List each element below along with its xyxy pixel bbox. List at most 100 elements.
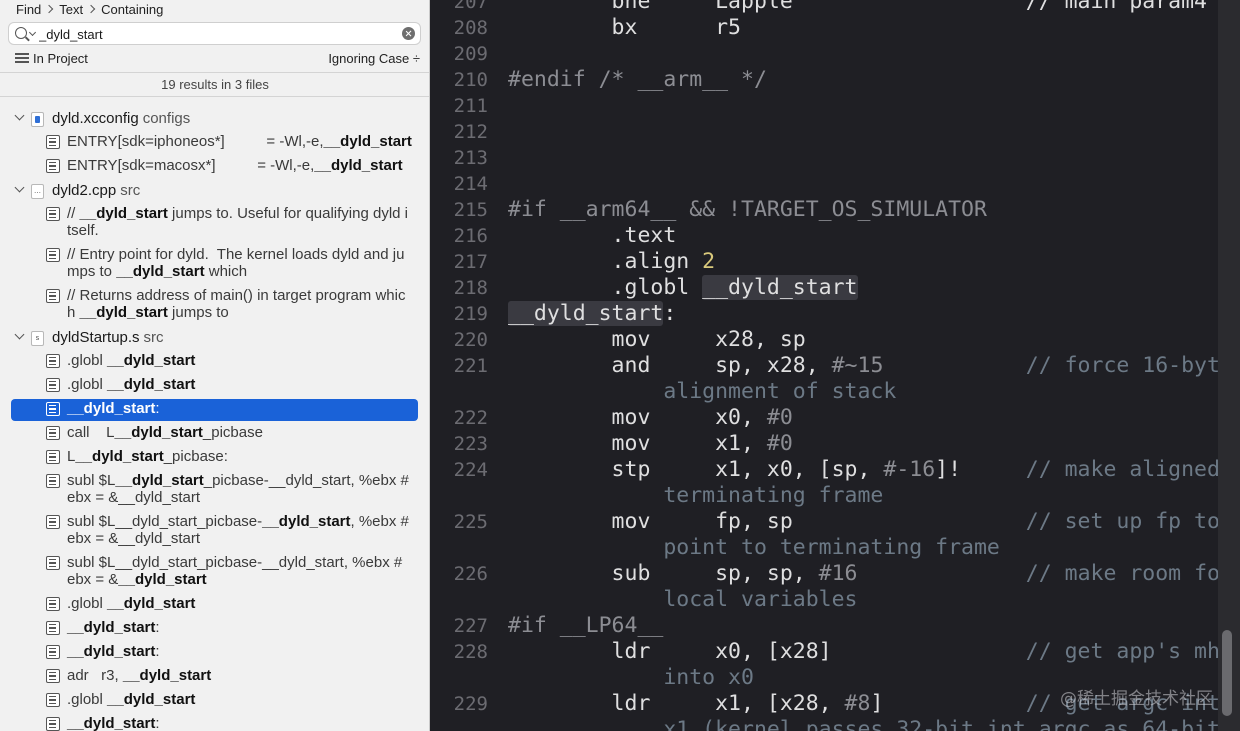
search-result[interactable]: __dyld_start: — [11, 714, 418, 731]
file-group-row[interactable]: dyld.xcconfig configs — [0, 109, 429, 129]
result-text: .globl __dyld_start — [67, 352, 412, 369]
code-line[interactable]: and sp, x28, #~15 // force 16-byte — [508, 353, 1218, 378]
search-result[interactable]: // Entry point for dyld. The kernel load… — [11, 245, 418, 284]
code-token: #0 — [766, 431, 793, 456]
disclosure-chevron-icon[interactable] — [14, 329, 25, 340]
search-result[interactable]: .globl __dyld_start — [11, 375, 418, 397]
code-token: .align — [508, 249, 703, 274]
match-highlight: __dyld_start — [79, 304, 168, 321]
code-line[interactable]: into x0 — [508, 665, 754, 690]
chevron-down-icon[interactable] — [28, 28, 37, 37]
match-context: subl $L__dyld_start_picbase- — [67, 513, 263, 530]
match-context: adr r3, — [67, 667, 123, 684]
disclosure-chevron-icon[interactable] — [14, 110, 25, 121]
search-icon[interactable] — [15, 27, 27, 39]
search-result[interactable]: ENTRY[sdk=iphoneos*] = -Wl,-e,__dyld_sta… — [11, 132, 418, 154]
file-name: dyld.xcconfig configs — [52, 110, 190, 127]
search-input[interactable] — [39, 25, 394, 43]
text-line-icon — [46, 450, 60, 464]
file-group-row[interactable]: … dyld2.cpp src — [0, 181, 429, 201]
case-sensitivity-popup[interactable]: Ignoring Case ÷ — [328, 51, 420, 66]
search-result[interactable]: .globl __dyld_start — [11, 690, 418, 712]
scope-icon[interactable] — [15, 53, 29, 63]
find-breadcrumb[interactable]: Find Text Containing — [16, 1, 163, 17]
match-context: .globl — [67, 691, 108, 708]
file-name: dyldStartup.s src — [52, 329, 164, 346]
line-number: 228 — [453, 641, 488, 663]
scroll-thumb[interactable] — [1222, 630, 1232, 716]
code-line[interactable]: alignment of stack — [508, 379, 896, 404]
code-line[interactable]: mov fp, sp // set up fp to — [508, 509, 1218, 534]
text-line-icon — [46, 693, 60, 707]
match-highlight: __dyld_start — [79, 205, 168, 222]
code-line[interactable]: bx r5 — [508, 15, 741, 40]
code-line[interactable]: mov x28, sp — [508, 327, 806, 352]
code-token: // set up fp to — [1025, 509, 1218, 534]
code-line[interactable]: bne Lapple // main param4 = apple — [508, 0, 1218, 14]
search-result[interactable]: // Returns address of main() in target p… — [11, 286, 418, 325]
code-line[interactable]: #if __LP64__ — [508, 613, 663, 638]
code-token: sub sp, sp, — [508, 561, 819, 586]
text-line-icon — [46, 717, 60, 731]
code-line[interactable]: .align 2 — [508, 249, 716, 274]
code-line[interactable]: terminating frame — [508, 483, 883, 508]
breadcrumb-find[interactable]: Find — [16, 2, 41, 17]
line-number: 212 — [453, 121, 488, 143]
code-line[interactable]: .text — [508, 223, 677, 248]
code-line[interactable]: local variables — [508, 587, 857, 612]
code-line[interactable]: mov x0, #0 — [508, 405, 793, 430]
file-group-row[interactable]: s dyldStartup.s src — [0, 328, 429, 348]
result-text: // __dyld_start jumps to. Useful for qua… — [67, 205, 412, 239]
search-result[interactable]: subl $L__dyld_start_picbase-__dyld_start… — [11, 512, 418, 551]
line-number: 211 — [453, 95, 488, 117]
code-line[interactable]: x1 (kernel passes 32-bit int argc as 64-… — [508, 717, 1218, 731]
search-result[interactable]: L__dyld_start_picbase: — [11, 447, 418, 469]
code-line[interactable]: #endif /* __arm__ */ — [508, 67, 767, 92]
disclosure-chevron-icon[interactable] — [14, 182, 25, 193]
code-line[interactable]: ldr x0, [x28] // get app's mh — [508, 639, 1218, 664]
breadcrumb-text[interactable]: Text — [59, 2, 83, 17]
search-result[interactable]: adr r3, __dyld_start — [11, 666, 418, 688]
text-line-icon — [46, 207, 60, 221]
code-line[interactable]: __dyld_start: — [508, 301, 676, 326]
search-result[interactable]: // __dyld_start jumps to. Useful for qua… — [11, 204, 418, 243]
search-result[interactable]: .globl __dyld_start — [11, 594, 418, 616]
code-line[interactable]: sub sp, sp, #16 // make room for — [508, 561, 1218, 586]
search-result-selected[interactable]: __dyld_start: — [11, 399, 418, 421]
line-number: 213 — [453, 147, 488, 169]
code-token: bx r5 — [508, 15, 741, 40]
match-context: .globl — [67, 352, 108, 369]
editor-scrollbar[interactable] — [1218, 0, 1240, 731]
clear-icon[interactable] — [402, 27, 415, 40]
code-token: ldr x0, [x28] — [508, 639, 1026, 664]
breadcrumb-containing[interactable]: Containing — [101, 2, 163, 17]
match-context: // — [67, 205, 80, 222]
search-result[interactable]: subl $L__dyld_start_picbase-__dyld_start… — [11, 553, 418, 592]
result-text: L__dyld_start_picbase: — [67, 448, 412, 465]
scope-in-project[interactable]: In Project — [33, 51, 88, 66]
search-result[interactable]: __dyld_start: — [11, 642, 418, 664]
line-number: 207 — [453, 0, 488, 13]
code-line[interactable]: stp x1, x0, [sp, #-16]! // make aligned — [508, 457, 1218, 482]
code-line[interactable]: .globl __dyld_start — [508, 275, 858, 300]
source-editor[interactable]: 207 208 209 210 211 212 213 214 215 216 217 218 219 2… — [430, 0, 1218, 731]
line-number: 216 — [453, 225, 488, 247]
code-line[interactable]: point to terminating frame — [508, 535, 1000, 560]
search-result[interactable]: call L__dyld_start_picbase — [11, 423, 418, 445]
text-line-icon — [46, 597, 60, 611]
search-result[interactable]: ENTRY[sdk=macosx*] = -Wl,-e,__dyld_start — [11, 156, 418, 178]
result-text: adr r3, __dyld_start — [67, 667, 412, 684]
chevron-right-icon — [45, 4, 54, 14]
result-text: __dyld_start: — [67, 619, 412, 636]
search-field[interactable] — [8, 22, 421, 45]
search-result[interactable]: __dyld_start: — [11, 618, 418, 640]
code-line[interactable]: #if __arm64__ && !TARGET_OS_SIMULATOR — [508, 197, 987, 222]
match-context: call L — [67, 424, 115, 441]
code-token: #if __arm64__ && !TARGET_OS_SIMULATOR — [508, 197, 987, 222]
search-result[interactable]: subl $L__dyld_start_picbase-__dyld_start… — [11, 471, 418, 510]
search-result[interactable]: .globl __dyld_start — [11, 351, 418, 373]
code-line[interactable]: mov x1, #0 — [508, 431, 793, 456]
text-line-icon — [46, 402, 60, 416]
match-context: : — [155, 400, 160, 417]
